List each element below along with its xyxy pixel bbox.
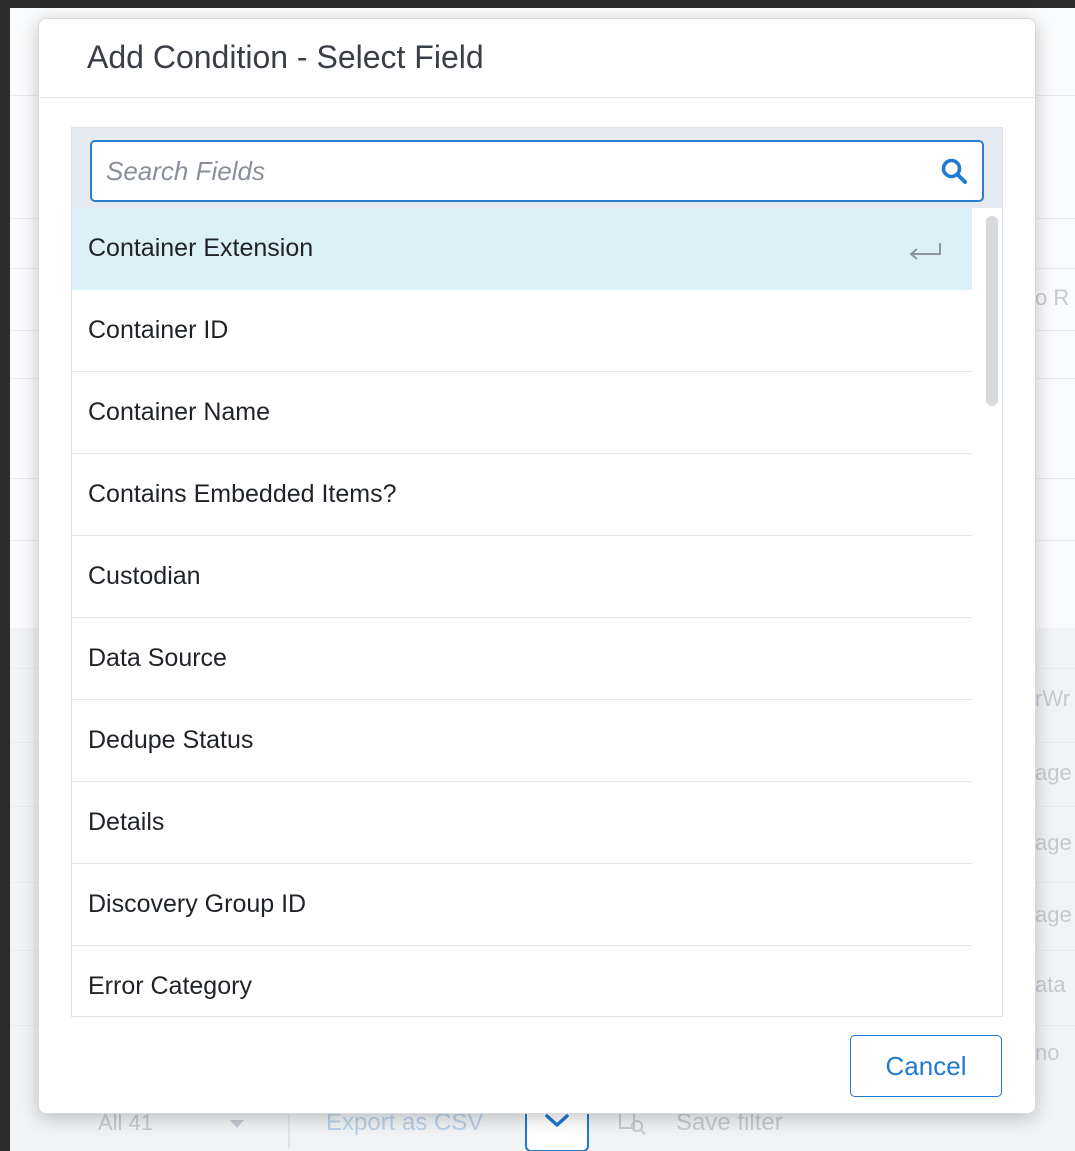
field-option-contains-embedded-items[interactable]: Contains Embedded Items? <box>72 454 972 536</box>
background-cell: age <box>1035 760 1072 785</box>
field-option-container-extension[interactable]: Container Extension <box>72 208 972 290</box>
field-list: Container Extension Container ID Contain… <box>72 208 972 1016</box>
list-scrollbar[interactable] <box>986 216 998 406</box>
cancel-button[interactable]: Cancel <box>850 1035 1002 1097</box>
background-column-header: o R <box>1035 285 1070 310</box>
enter-key-icon <box>909 243 941 260</box>
field-option-data-source[interactable]: Data Source <box>72 618 972 700</box>
field-option-label: Discovery Group ID <box>88 890 307 918</box>
search-icon[interactable] <box>940 157 968 185</box>
window-edge <box>0 0 1075 8</box>
caret-down-icon <box>230 1120 244 1128</box>
search-box <box>90 140 984 202</box>
background-cell: no <box>1035 1040 1060 1065</box>
background-cell: age <box>1035 902 1072 927</box>
field-option-label: Custodian <box>88 562 201 590</box>
field-option-label: Container ID <box>88 316 229 344</box>
field-option-label: Contains Embedded Items? <box>88 480 397 508</box>
field-option-label: Dedupe Status <box>88 726 254 754</box>
field-option-label: Details <box>88 808 165 836</box>
field-option-container-name[interactable]: Container Name <box>72 372 972 454</box>
search-bar <box>72 128 1002 208</box>
window-edge <box>0 0 10 1151</box>
dialog-header: Add Condition - Select Field <box>39 19 1035 98</box>
field-option-details[interactable]: Details <box>72 782 972 864</box>
chevron-down-icon <box>545 1114 569 1127</box>
field-option-container-id[interactable]: Container ID <box>72 290 972 372</box>
search-fields-input[interactable] <box>106 142 906 200</box>
background-cell: ata <box>1035 972 1066 997</box>
background-cell: age <box>1035 830 1072 855</box>
field-option-label: Data Source <box>88 644 227 672</box>
background-cell: rWr <box>1035 686 1071 711</box>
dialog-title: Add Condition - Select Field <box>87 39 484 75</box>
field-option-label: Error Category <box>88 972 252 1000</box>
field-option-discovery-group-id[interactable]: Discovery Group ID <box>72 864 972 946</box>
add-condition-dialog: Add Condition - Select Field Container E… <box>38 18 1036 1114</box>
field-picker: Container Extension Container ID Contain… <box>71 127 1003 1017</box>
field-option-error-category[interactable]: Error Category <box>72 946 972 1016</box>
field-option-label: Container Extension <box>88 234 314 262</box>
field-option-label: Container Name <box>88 398 271 426</box>
field-option-dedupe-status[interactable]: Dedupe Status <box>72 700 972 782</box>
field-option-custodian[interactable]: Custodian <box>72 536 972 618</box>
